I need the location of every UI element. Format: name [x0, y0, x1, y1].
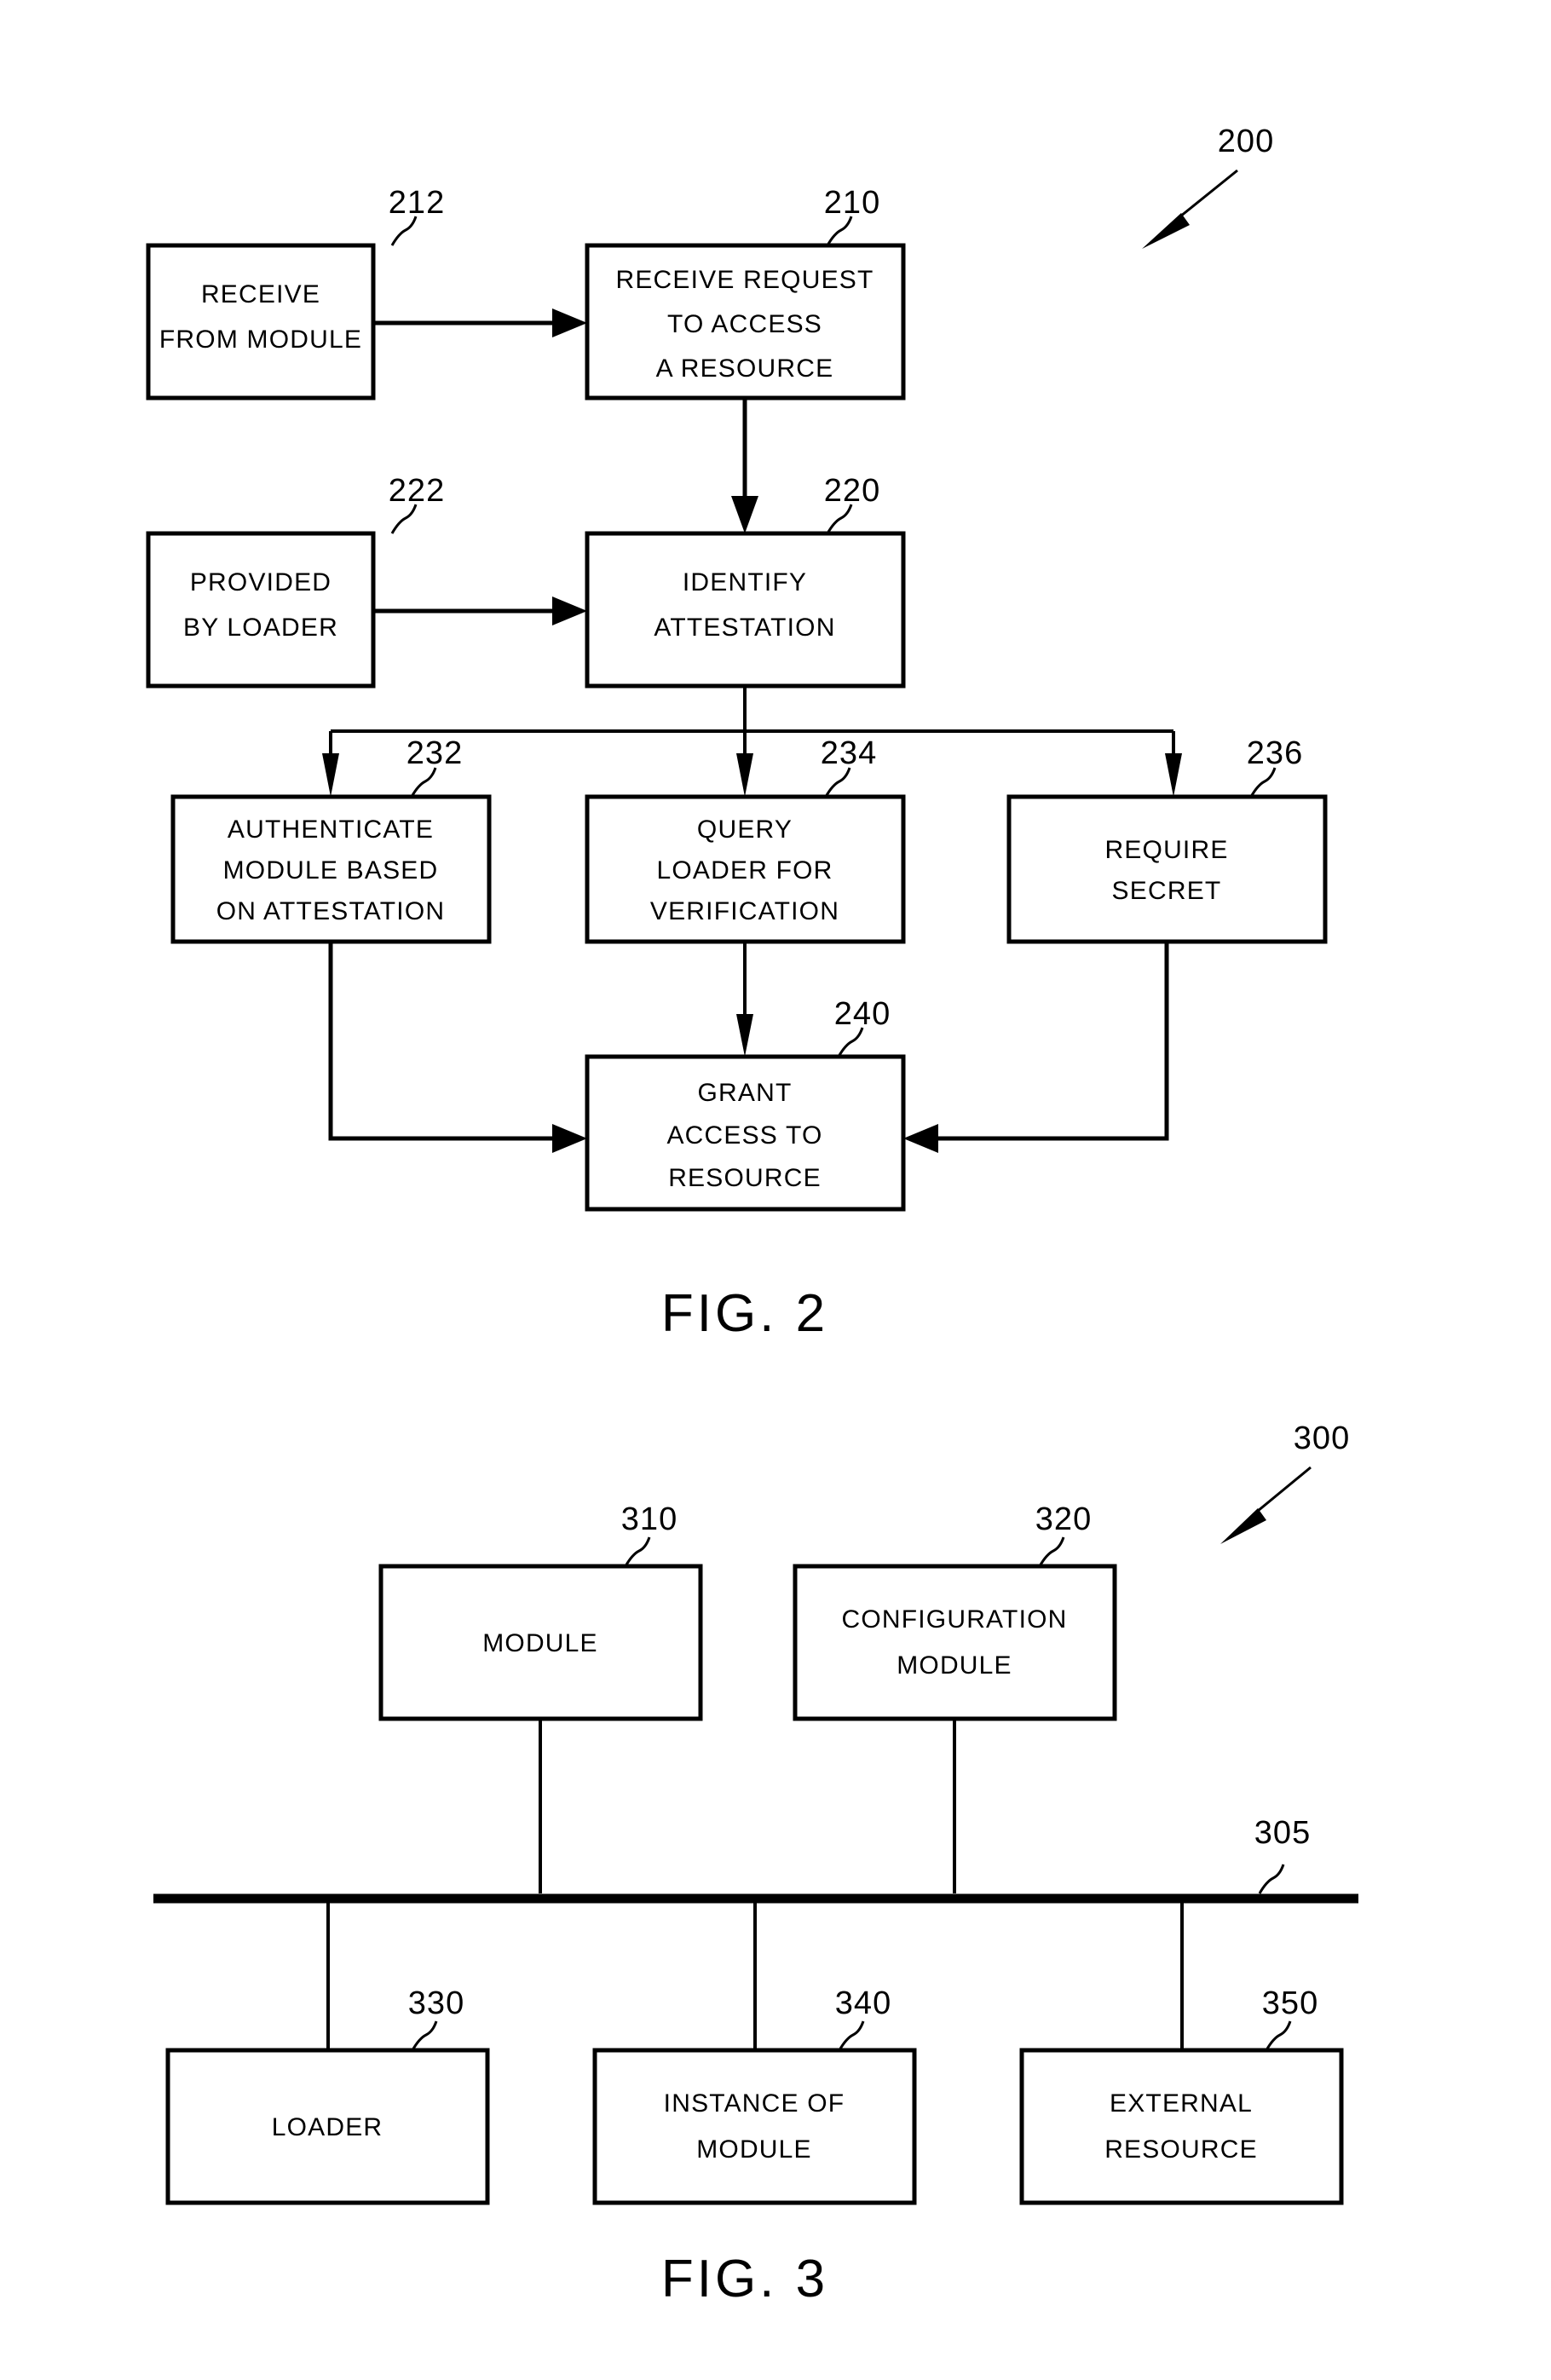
- box-212-line-1: RECEIVE: [201, 280, 320, 308]
- box-232-line-2: MODULE BASED: [223, 856, 439, 885]
- ref-label-234: 234: [821, 735, 877, 771]
- ref-label-212: 212: [389, 185, 445, 221]
- box-232-line-3: ON ATTESTATION: [216, 897, 445, 925]
- box-234-line-1: QUERY: [697, 815, 793, 844]
- fig3-box-320: CONFIGURATION MODULE 320: [793, 1501, 1117, 1721]
- ref-label-200: 200: [1218, 124, 1274, 159]
- ref-label-210: 210: [824, 185, 880, 221]
- ref-label-330: 330: [408, 1985, 464, 2021]
- box-340-line-2: MODULE: [696, 2135, 812, 2164]
- box-236-line-2: SECRET: [1112, 877, 1222, 905]
- figure-2: 200 RECEIVE FROM MODULE 212 RECEIVE REQU…: [146, 124, 1328, 1343]
- ref-label-236: 236: [1247, 735, 1303, 771]
- ref-label-340: 340: [835, 1985, 891, 2021]
- box-350-line-1: EXTERNAL: [1110, 2089, 1253, 2118]
- fig2-box-236: REQUIRE SECRET 236: [1006, 735, 1328, 944]
- box-320-line-1: CONFIGURATION: [841, 1605, 1067, 1634]
- box-340-line-1: INSTANCE OF: [664, 2089, 845, 2118]
- fig2-overall-ref: 200: [1142, 124, 1274, 249]
- fig2-arrow-232-to-240: [328, 942, 587, 1153]
- box-234-line-3: VERIFICATION: [650, 897, 839, 925]
- fig3-box-310: MODULE 310: [378, 1501, 703, 1721]
- box-330-line-1: LOADER: [272, 2113, 383, 2141]
- fig2-box-210: RECEIVE REQUEST TO ACCESS A RESOURCE 210: [585, 185, 906, 401]
- box-210-line-3: A RESOURCE: [656, 354, 834, 383]
- box-310-line-1: MODULE: [482, 1629, 598, 1657]
- ref-label-310: 310: [621, 1501, 677, 1537]
- figure-2-caption: FIG. 2: [661, 1284, 828, 1343]
- fig3-upper-legs: [539, 1719, 956, 1893]
- fig2-box-222: PROVIDED BY LOADER 222: [146, 473, 445, 689]
- box-220-line-2: ATTESTATION: [654, 614, 835, 642]
- box-210-line-1: RECEIVE REQUEST: [615, 266, 874, 294]
- box-240-line-2: ACCESS TO: [666, 1121, 822, 1150]
- box-350-line-2: RESOURCE: [1104, 2135, 1258, 2164]
- ref-label-305: 305: [1254, 1815, 1311, 1851]
- box-220-line-1: IDENTIFY: [683, 568, 807, 596]
- ref-label-320: 320: [1035, 1501, 1092, 1537]
- fig2-arrow-212-to-210: [373, 308, 587, 337]
- ref-label-300: 300: [1294, 1421, 1350, 1456]
- figure-3-caption: FIG. 3: [661, 2250, 828, 2308]
- fig2-arrow-236-to-240: [903, 942, 1169, 1153]
- fig2-arrow-210-to-220: [731, 398, 758, 533]
- ref-label-232: 232: [406, 735, 463, 771]
- box-232-line-1: AUTHENTICATE: [228, 815, 434, 844]
- box-240-line-3: RESOURCE: [668, 1164, 822, 1192]
- ref-label-222: 222: [389, 473, 445, 509]
- ref-label-350: 350: [1262, 1985, 1318, 2021]
- box-240-line-1: GRANT: [698, 1079, 793, 1107]
- box-234-line-2: LOADER FOR: [656, 856, 833, 885]
- fig2-arrow-222-to-220: [373, 596, 587, 625]
- ref-label-240: 240: [834, 996, 891, 1032]
- box-222-line-2: BY LOADER: [183, 614, 338, 642]
- fig3-lower-legs: [326, 1903, 1184, 2050]
- figures-svg: 200 RECEIVE FROM MODULE 212 RECEIVE REQU…: [146, 124, 1358, 2308]
- fig2-box-212: RECEIVE FROM MODULE 212: [146, 185, 445, 401]
- box-222-line-1: PROVIDED: [190, 568, 332, 596]
- fig3-bus-305: 305: [153, 1815, 1358, 1904]
- ref-label-220: 220: [824, 473, 880, 509]
- patent-drawing-sheet: 200 RECEIVE FROM MODULE 212 RECEIVE REQU…: [0, 0, 1551, 2380]
- fig2-arrow-234-to-240: [736, 942, 753, 1057]
- fig3-overall-ref: 300: [1220, 1421, 1350, 1544]
- box-210-line-2: TO ACCESS: [667, 310, 822, 338]
- figure-3: 300 MODULE 310 CONFIGURATION MODULE 320: [153, 1421, 1358, 2308]
- box-320-line-2: MODULE: [897, 1651, 1012, 1680]
- box-236-line-1: REQUIRE: [1104, 836, 1228, 864]
- box-212-line-2: FROM MODULE: [159, 326, 362, 354]
